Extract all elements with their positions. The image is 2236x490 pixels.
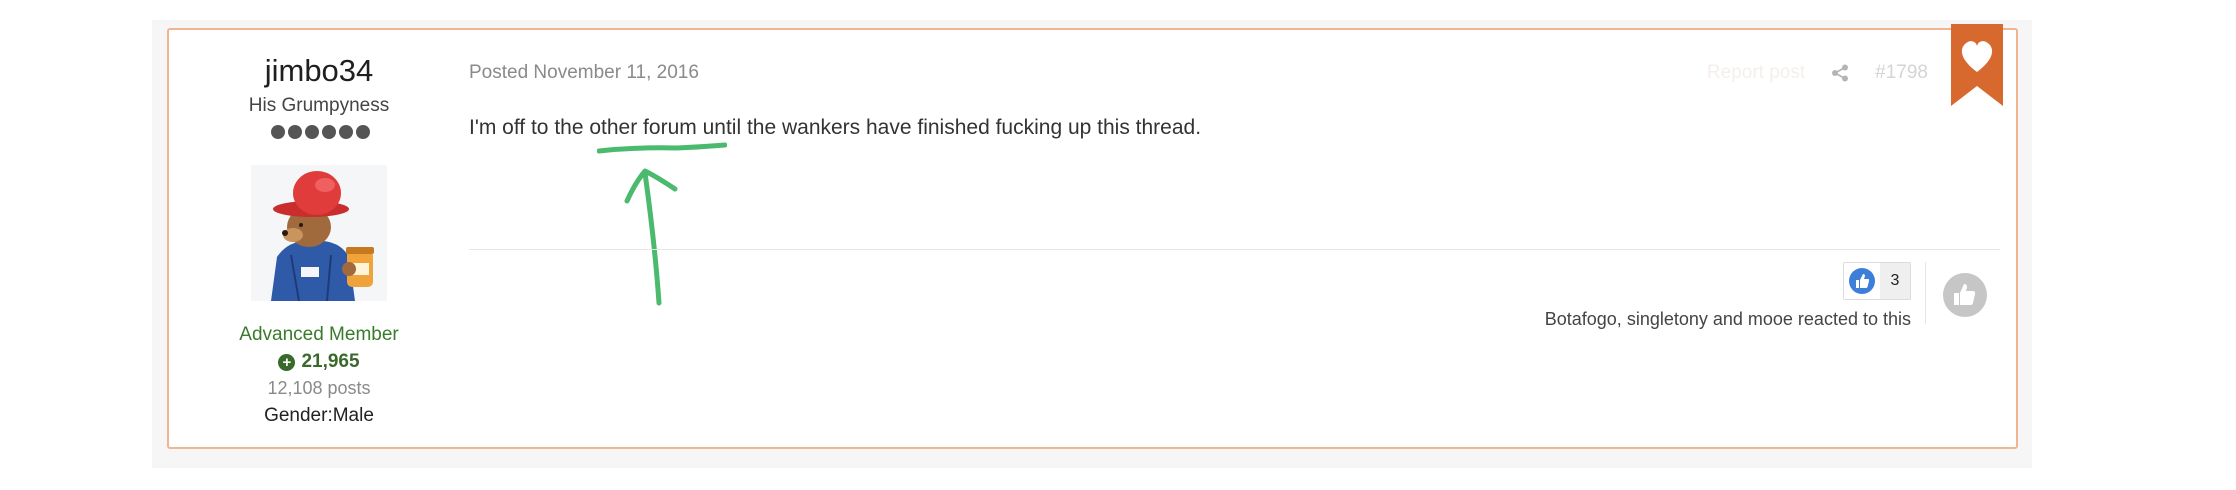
- rank-pip: [339, 125, 353, 139]
- plus-icon: +: [278, 353, 296, 371]
- reactions-summary: 3 Botafogo, singletony and mooe reacted …: [1545, 262, 1911, 330]
- reaction-count: 3: [1890, 272, 1900, 289]
- other-forum-link[interactable]: other forum: [589, 116, 696, 139]
- reaction-separator: [1925, 262, 1926, 324]
- post-number-link[interactable]: #1798: [1875, 62, 1928, 84]
- share-icon[interactable]: [1831, 64, 1849, 82]
- reaction-count-badge[interactable]: 3: [1843, 262, 1911, 300]
- react-button[interactable]: [1943, 273, 1987, 317]
- rank-pip: [356, 125, 370, 139]
- post-date[interactable]: Posted November 11, 2016: [469, 62, 699, 84]
- page: jimbo34 His Grumpyness Advanced Member +…: [0, 0, 2236, 490]
- post-content: I'm off to the other forum until the wan…: [469, 116, 1201, 140]
- avatar[interactable]: [251, 165, 387, 302]
- forum-post: jimbo34 His Grumpyness Advanced Member +…: [167, 24, 2018, 449]
- author-title: His Grumpyness: [248, 95, 390, 116]
- rank-pip: [288, 125, 302, 139]
- reputation: + 21,965: [169, 351, 469, 373]
- reacted-users-text[interactable]: Botafogo, singletony and mooe reacted to…: [1545, 309, 1911, 330]
- avatar-bear-illustration: [251, 165, 387, 302]
- post-text-after: until the wankers have finished fucking …: [696, 116, 1202, 139]
- gender-field: Gender:Male: [264, 405, 374, 426]
- author-name[interactable]: jimbo34: [169, 53, 469, 89]
- report-post-link[interactable]: Report post: [1707, 62, 1805, 84]
- bookmark-heart-icon[interactable]: [1951, 24, 2003, 106]
- green-arrow-annotation: [597, 142, 727, 306]
- thumbs-up-icon: [1849, 268, 1875, 294]
- reaction-like-icon-wrap: [1844, 263, 1880, 299]
- rank-pip: [322, 125, 336, 139]
- reputation-value: 21,965: [301, 351, 360, 372]
- post-tools: Report post #1798: [1707, 62, 1928, 84]
- post-text-before: I'm off to the: [469, 116, 590, 139]
- author-column: jimbo34 His Grumpyness Advanced Member +…: [169, 30, 469, 447]
- rank-pip: [271, 125, 285, 139]
- rank-pip: [305, 125, 319, 139]
- post-count: 12,108 posts: [267, 378, 371, 398]
- member-group: Advanced Member: [239, 324, 399, 345]
- post-divider: [469, 249, 2000, 250]
- rank-pips: [271, 125, 370, 141]
